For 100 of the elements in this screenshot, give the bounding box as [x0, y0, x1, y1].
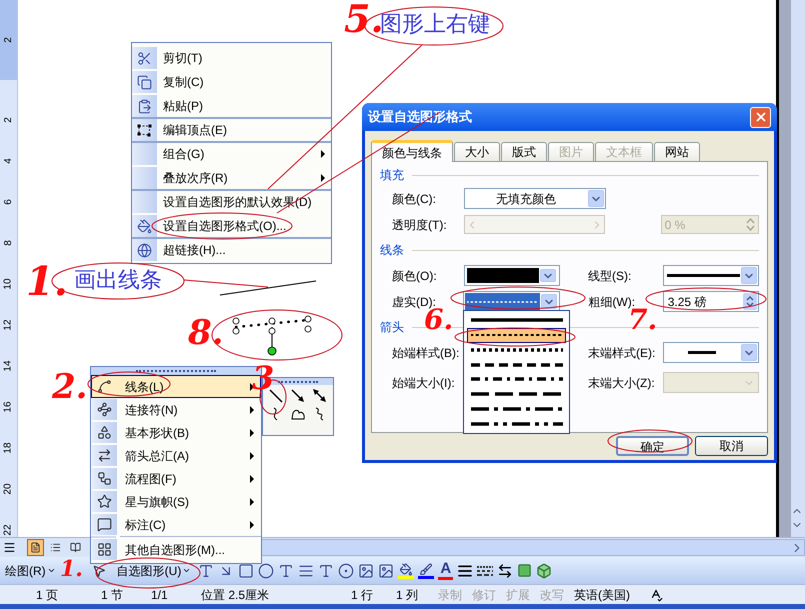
dash-line-icon	[470, 346, 562, 353]
context-menu-item[interactable]: 粘贴(P)	[132, 93, 331, 117]
submenu-arrow-icon	[250, 452, 254, 460]
menu-icon[interactable]	[3, 541, 16, 554]
grid-icon	[97, 542, 112, 557]
dialog-tab[interactable]: 网站	[654, 142, 700, 161]
section-heading: 填充	[380, 167, 404, 184]
context-menu-item[interactable]: 剪切(T)	[132, 45, 331, 69]
arrow-style-icon[interactable]	[497, 562, 514, 578]
close-button[interactable]	[750, 106, 771, 128]
status-text: 1 节	[100, 586, 124, 604]
submenu-arrow-icon	[250, 406, 254, 414]
autoshapes-button[interactable]: 自选图形(U)	[114, 562, 194, 580]
submenu-arrow-icon	[250, 428, 254, 436]
line-style-dropdown[interactable]	[662, 265, 759, 286]
ruler-label: 6	[4, 198, 14, 204]
ruler-label: 10	[4, 278, 14, 290]
ruler-label: 18	[4, 442, 14, 454]
paste-icon	[137, 98, 152, 114]
autoshapes-menu-item[interactable]: 连接符(N)	[91, 398, 261, 421]
autoshapes-menu-item[interactable]: 基本形状(B)	[91, 421, 261, 444]
vertical-scrollbar[interactable]	[791, 0, 805, 537]
reading-view-icon	[70, 542, 81, 553]
weight-spinner[interactable]: 3.25 磅	[662, 291, 759, 312]
spin-arrows-icon	[742, 293, 757, 310]
dialog-tab[interactable]: 颜色与线条	[371, 140, 453, 162]
arrow-icon[interactable]	[290, 388, 306, 404]
submenu-arrow-icon	[321, 174, 325, 182]
autoshapes-menu-item[interactable]: 标注(C)	[91, 513, 261, 536]
autoshapes-menu-item[interactable]: 箭头总汇(A)	[91, 444, 261, 467]
section-heading: 线条	[380, 242, 404, 259]
context-menu-item[interactable]: 叠放次序(R)	[132, 165, 331, 189]
dialog-tab[interactable]: 版式	[501, 142, 547, 161]
picture-icon[interactable]	[378, 562, 394, 578]
ruler-label: 22	[4, 524, 14, 536]
view-button[interactable]	[27, 539, 44, 556]
autoshapes-menu-item[interactable]: 星与旗帜(S)	[91, 490, 261, 513]
line-color-icon[interactable]	[418, 562, 434, 578]
context-menu-item[interactable]: 设置自选图形的默认效果(D)	[132, 189, 331, 213]
context-menu-item[interactable]: 超链接(H)...	[132, 237, 331, 261]
status-text: 位置 2.5厘米	[200, 586, 270, 604]
ruler-label: 16	[4, 400, 14, 412]
dash-option[interactable]	[467, 328, 566, 342]
scissors-icon	[137, 50, 152, 66]
arrows-icon	[97, 448, 112, 463]
status-text: 英语(美国)	[573, 586, 631, 604]
ruler-label: 2	[4, 37, 14, 43]
fill-color-icon[interactable]	[398, 562, 414, 578]
field-label: 颜色(C):	[391, 190, 437, 208]
status-text: 1/1	[150, 586, 169, 604]
pointer-icon[interactable]	[92, 564, 106, 578]
dash-line-icon	[470, 406, 562, 412]
end-style-dropdown[interactable]	[662, 342, 759, 363]
three-d-icon[interactable]	[536, 562, 552, 578]
rectangle-icon[interactable]	[238, 562, 254, 578]
context-menu-item[interactable]: 复制(C)	[132, 69, 331, 93]
dialog-button[interactable]: 取消	[695, 436, 768, 456]
status-text: 扩展	[505, 586, 531, 604]
callout-text: 画出线条	[74, 269, 162, 293]
edit-points-icon	[137, 124, 152, 136]
double-arrow-icon[interactable]	[312, 388, 328, 404]
context-menu-item[interactable]: 组合(G)	[132, 141, 331, 165]
curve-icon	[97, 379, 112, 394]
fill-color-dropdown[interactable]: 无填充颜色	[464, 188, 606, 209]
caret-icon	[46, 566, 56, 575]
status-text: 录制	[437, 586, 463, 604]
dash-line-icon	[470, 317, 562, 324]
context-menu-item[interactable]: 编辑顶点(E)	[132, 117, 331, 141]
status-text: 1 列	[395, 586, 420, 604]
dash-line-icon	[470, 391, 562, 398]
font-color-button[interactable]: A	[438, 561, 454, 580]
context-menu-item[interactable]: 设置自选图形格式(O)...	[132, 213, 331, 237]
diagram-icon[interactable]	[338, 562, 354, 578]
line-style-icon[interactable]	[457, 562, 474, 578]
draw-menu-button[interactable]: 绘图(R)	[3, 562, 58, 580]
ruler-label: 4	[4, 158, 14, 164]
paint-bucket-icon	[137, 218, 152, 234]
dialog-tab[interactable]: 大小	[454, 142, 500, 161]
section-heading: 箭头	[380, 319, 404, 336]
status-text: 改写	[539, 586, 565, 604]
star-icon	[97, 494, 112, 509]
oval-icon[interactable]	[258, 562, 274, 578]
dash-line-icon	[467, 298, 538, 304]
connector-icon	[97, 402, 112, 417]
dash-style-icon[interactable]	[477, 564, 494, 576]
line-color-dropdown[interactable]	[464, 265, 560, 286]
text-box-icon[interactable]	[278, 562, 294, 578]
field-label: 末端样式(E):	[588, 344, 656, 362]
ruler-label: 2	[4, 116, 14, 122]
copy-icon	[137, 74, 152, 90]
dash-line-icon	[470, 376, 562, 382]
ruler-label: 12	[4, 318, 14, 330]
field-label: 线型(S):	[588, 268, 632, 284]
ruler-label: 8	[4, 240, 14, 246]
shadow-icon[interactable]	[517, 563, 532, 578]
shapes-icon	[97, 425, 112, 440]
field-label: 始端大小(I):	[391, 374, 456, 392]
autoshapes-menu-item[interactable]: 流程图(F)	[91, 467, 261, 490]
autoshapes-menu-item[interactable]: 其他自选图形(M)...	[91, 538, 261, 561]
field-label: 粗细(W):	[588, 294, 636, 308]
